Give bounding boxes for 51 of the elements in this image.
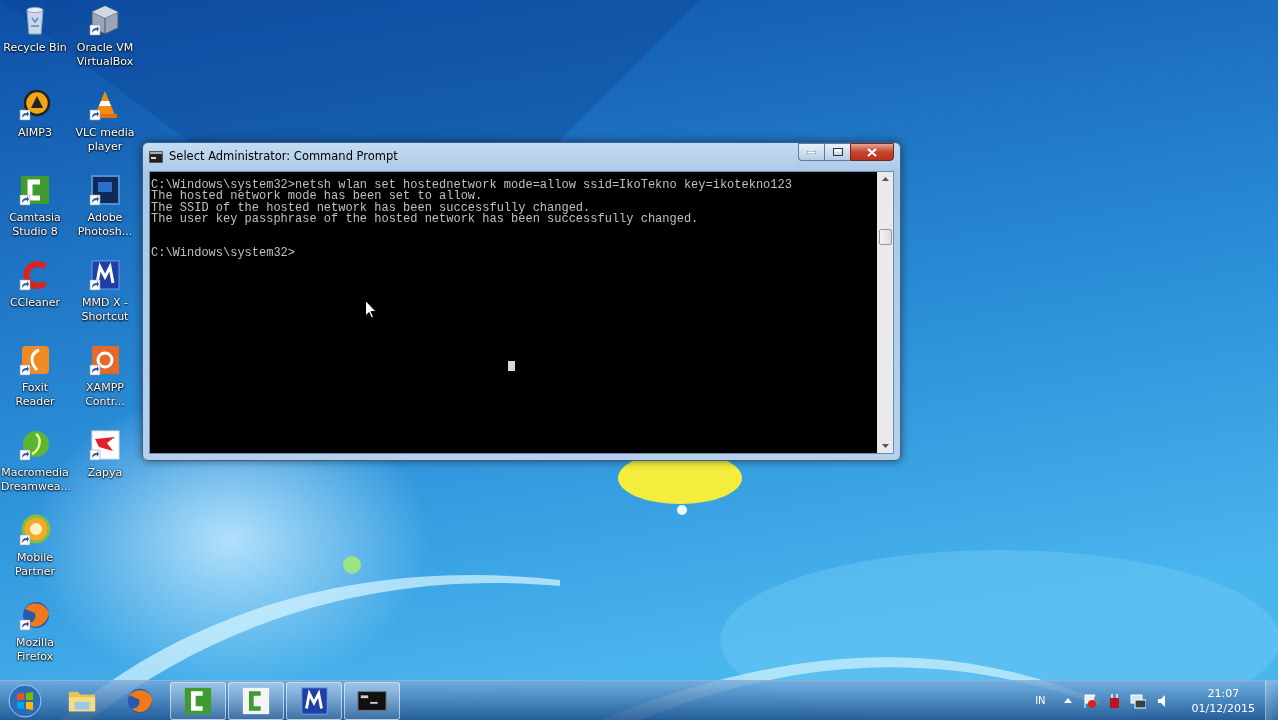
disc-icon[interactable]: [19, 89, 51, 121]
close-icon: [867, 147, 877, 157]
language-indicator[interactable]: IN: [1035, 693, 1046, 708]
shortcut-label[interactable]: Macromedia Dreamwea...: [1, 466, 69, 494]
scroll-down-icon[interactable]: [881, 444, 889, 448]
shortcut-label[interactable]: Zapya: [87, 466, 123, 480]
mouse-pointer-icon: [365, 300, 377, 319]
app-icon[interactable]: [89, 174, 121, 206]
scrollbar[interactable]: [877, 172, 893, 453]
show-desktop-button[interactable]: [1265, 680, 1278, 720]
windows-logo-icon: [8, 683, 42, 718]
shortcut-label[interactable]: Adobe Photosh...: [71, 211, 139, 239]
shortcut-label[interactable]: MMD X - Shortcut: [71, 296, 139, 324]
circle-icon[interactable]: [19, 429, 51, 461]
shortcut-label[interactable]: Oracle VM VirtualBox: [71, 41, 139, 69]
globe-icon[interactable]: [19, 599, 51, 631]
shortcut-label[interactable]: Recycle Bin: [3, 41, 67, 55]
shortcut-label[interactable]: XAMPP Contr...: [71, 381, 139, 409]
app-icon: [241, 685, 271, 716]
window-title: Select Administrator: Command Prompt: [169, 148, 398, 166]
console-line: The hosted network mode has been set to allow.: [151, 191, 483, 203]
shortcut-label[interactable]: Mozilla Firefox: [1, 636, 69, 664]
console-line: The user key passphrase of the hosted network has been successfully changed.: [151, 213, 700, 226]
clock-date[interactable]: 01/12/2015: [1191, 700, 1255, 716]
taskbar-button[interactable]: [286, 681, 342, 720]
console-icon: [149, 151, 163, 163]
scroll-up-icon[interactable]: [881, 177, 889, 181]
shortcut-label[interactable]: Foxit Reader: [1, 381, 69, 409]
maximize-icon: [832, 148, 843, 156]
clock-time[interactable]: 21:07: [1191, 685, 1255, 701]
maximize-button[interactable]: [824, 143, 850, 161]
minimize-icon: [807, 150, 816, 154]
taskbar-button[interactable]: [344, 681, 400, 720]
flag-icon[interactable]: [1081, 692, 1098, 709]
scroll-thumb[interactable]: [878, 229, 892, 245]
close-button[interactable]: [850, 143, 894, 161]
app-icon: [183, 685, 213, 716]
circle-icon[interactable]: [19, 514, 51, 546]
shortcut-label[interactable]: AIMP3: [18, 126, 52, 140]
cube-icon[interactable]: [89, 4, 121, 36]
shortcut-label[interactable]: CCleaner: [9, 296, 61, 310]
shortcut-label[interactable]: Camtasia Studio 8: [1, 211, 69, 239]
console-line: The SSID of the hosted network has been successfully changed.: [151, 202, 591, 214]
shortcut-label[interactable]: Mobile Partner: [1, 551, 69, 579]
network-icon[interactable]: [1129, 692, 1146, 709]
shortcut-label[interactable]: VLC media player: [71, 126, 139, 154]
minimize-button[interactable]: [798, 143, 824, 161]
app-icon[interactable]: [89, 259, 121, 291]
console-prompt: C:\Windows\system32>: [151, 247, 297, 260]
text-cursor: [508, 361, 515, 371]
app-icon: [299, 685, 329, 716]
